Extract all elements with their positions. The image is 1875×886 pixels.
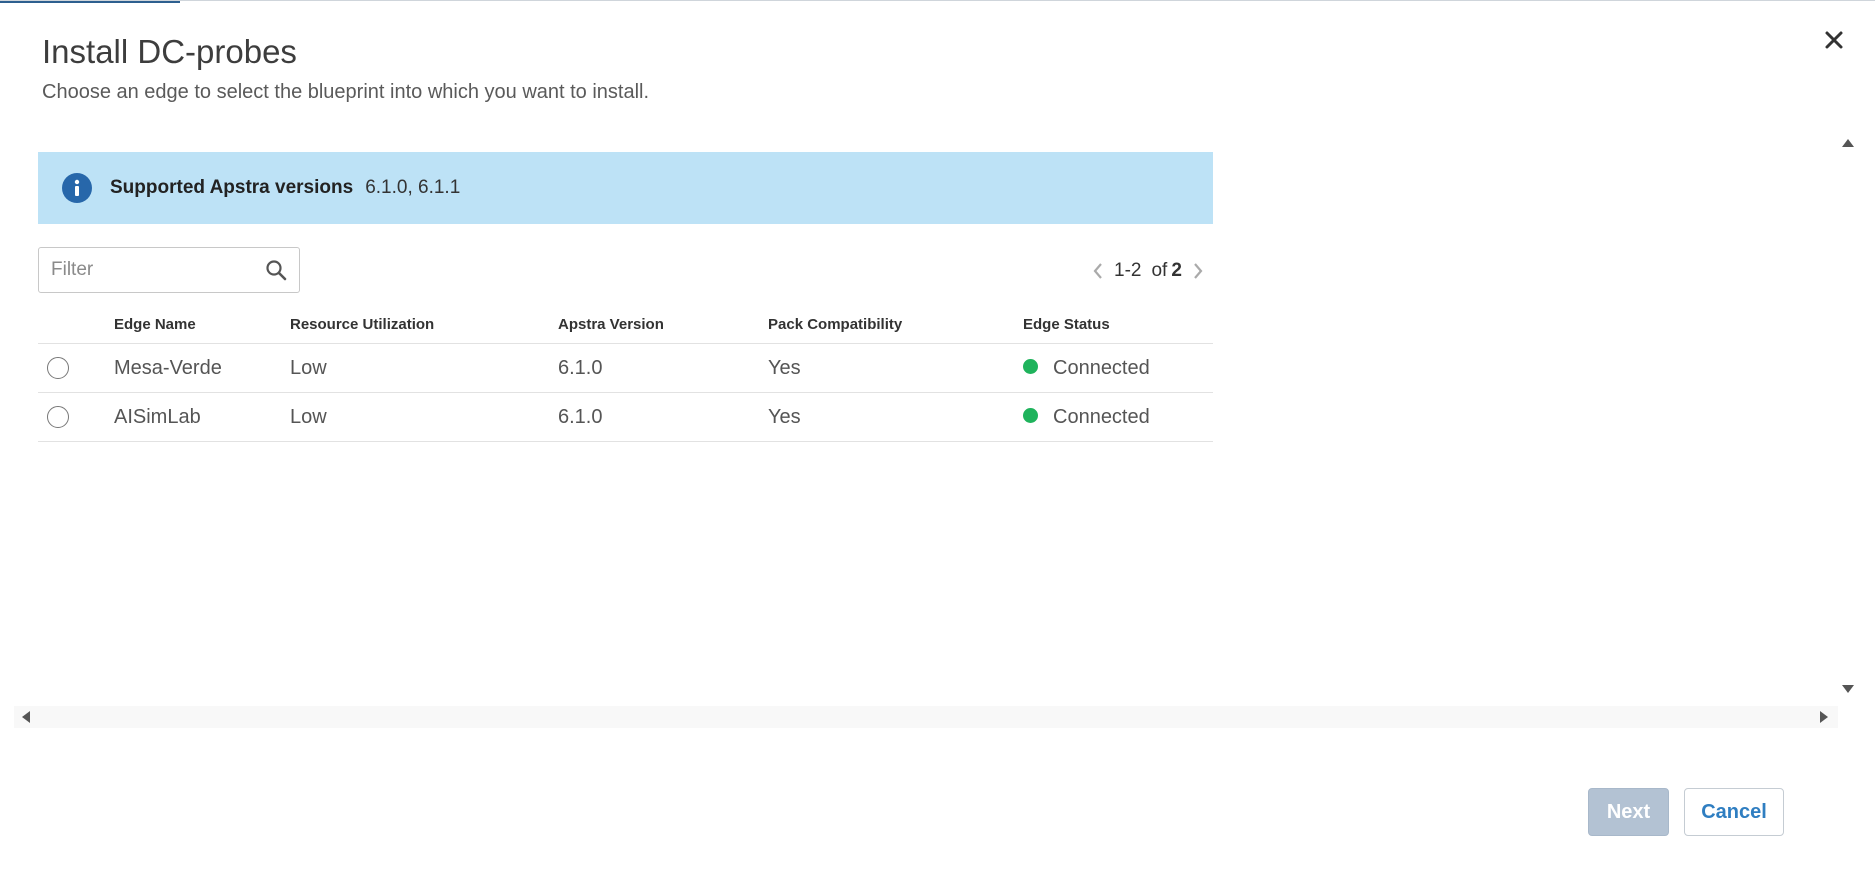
status-dot-icon: [1023, 358, 1038, 374]
chevron-left-icon: [1093, 263, 1102, 279]
page-total: 2: [1171, 260, 1182, 281]
filter-input[interactable]: [39, 258, 253, 282]
pagination: 1-2 of 2: [1088, 257, 1208, 285]
row-select-cell: [38, 392, 114, 442]
scroll-up-arrow-icon[interactable]: [1842, 139, 1854, 147]
prev-page-button[interactable]: [1088, 258, 1108, 284]
header-apstra-version[interactable]: Apstra Version: [558, 306, 768, 344]
scroll-left-arrow-icon[interactable]: [22, 711, 30, 723]
edge-status-cell: Connected: [1023, 343, 1213, 393]
edge-status-cell: Connected: [1023, 392, 1213, 442]
resource-utilization: Low: [290, 392, 558, 442]
close-button[interactable]: [1817, 23, 1851, 57]
table-row[interactable]: AISimLab Low 6.1.0 Yes Connected: [38, 392, 1213, 442]
scroll-right-arrow-icon[interactable]: [1820, 711, 1828, 723]
edges-table: Edge Name Resource Utilization Apstra Ve…: [38, 306, 1213, 442]
dialog-title: Install DC-probes: [42, 33, 297, 70]
chevron-right-icon: [1194, 263, 1203, 279]
row-radio[interactable]: [47, 406, 69, 429]
dialog-subtitle: Choose an edge to select the blueprint i…: [42, 81, 650, 103]
horizontal-scrollbar[interactable]: [14, 706, 1838, 728]
table-header-row: Edge Name Resource Utilization Apstra Ve…: [38, 306, 1213, 344]
page-of-label: of: [1151, 260, 1168, 281]
vertical-scrollbar[interactable]: [1838, 131, 1858, 701]
next-page-button[interactable]: [1188, 258, 1208, 284]
row-radio[interactable]: [47, 357, 69, 380]
table-row[interactable]: Mesa-Verde Low 6.1.0 Yes Connected: [38, 343, 1213, 393]
edge-status: Connected: [1053, 356, 1150, 379]
scroll-down-arrow-icon[interactable]: [1842, 685, 1854, 693]
cancel-button[interactable]: Cancel: [1684, 788, 1784, 836]
header-resource-utilization[interactable]: Resource Utilization: [290, 306, 558, 344]
row-select-cell: [38, 343, 114, 393]
install-dialog: Install DC-probes Choose an edge to sele…: [0, 0, 1875, 886]
next-button[interactable]: Next: [1588, 788, 1669, 836]
apstra-version: 6.1.0: [558, 392, 768, 442]
header-pack-compatibility[interactable]: Pack Compatibility: [768, 306, 1023, 344]
edge-status: Connected: [1053, 405, 1150, 428]
page-range: 1-2: [1114, 260, 1142, 281]
info-icon: [62, 173, 92, 203]
pack-compatibility: Yes: [768, 392, 1023, 442]
header-select: [38, 306, 114, 344]
edge-name: Mesa-Verde: [114, 343, 290, 393]
resource-utilization: Low: [290, 343, 558, 393]
apstra-version: 6.1.0: [558, 343, 768, 393]
search-icon[interactable]: [265, 259, 287, 281]
filter-field[interactable]: [38, 247, 300, 293]
status-dot-icon: [1023, 407, 1038, 423]
banner-value: 6.1.0, 6.1.1: [365, 177, 461, 198]
supported-versions-banner: Supported Apstra versions 6.1.0, 6.1.1: [38, 152, 1213, 224]
edge-name: AISimLab: [114, 392, 290, 442]
top-accent-bar: [0, 1, 180, 3]
header-edge-status[interactable]: Edge Status: [1023, 306, 1213, 344]
pack-compatibility: Yes: [768, 343, 1023, 393]
close-icon: [1825, 31, 1843, 49]
banner-label: Supported Apstra versions: [110, 177, 354, 198]
header-edge-name[interactable]: Edge Name: [114, 306, 290, 344]
